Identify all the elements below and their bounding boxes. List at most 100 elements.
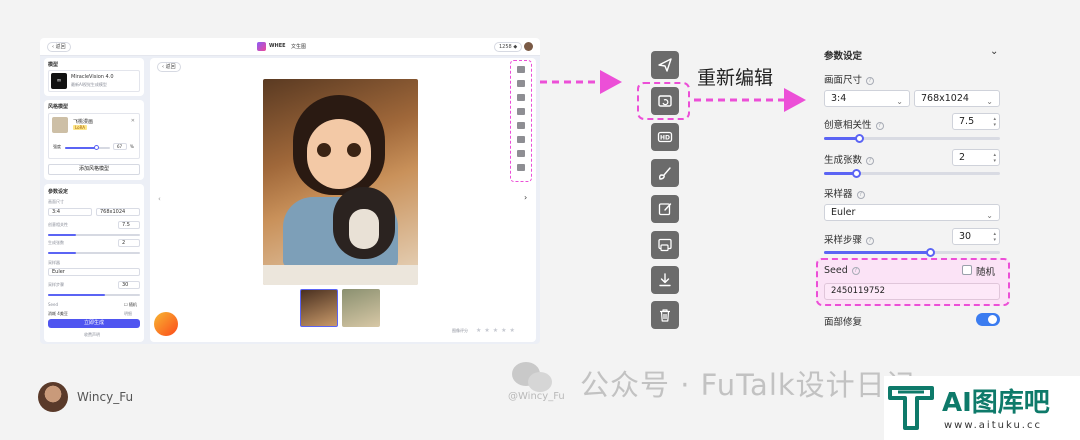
mini-edit-icon[interactable] [517, 122, 525, 129]
detail-link[interactable]: 明细 [124, 311, 132, 317]
thumbnail-1[interactable] [300, 289, 338, 327]
creativity-label: 创意相关性 [824, 120, 872, 131]
canvas-back-label: 返回 [165, 64, 176, 70]
face-restore-label: 面部修复 [824, 317, 863, 328]
steps-input[interactable]: 30 ▴ ▾ [952, 228, 1000, 245]
reedit-icon [658, 95, 672, 107]
help-icon[interactable]: ? [866, 156, 875, 165]
style-tag: LoRA [73, 125, 87, 130]
strength-input[interactable]: 67 [113, 143, 127, 150]
rating-stars-icon[interactable]: ★★★★★ [476, 327, 518, 334]
mini-download-icon[interactable] [517, 150, 525, 157]
author-avatar [38, 382, 68, 412]
mini-brush-icon[interactable] [517, 108, 525, 115]
creativity-input[interactable]: 7.5 ▴ ▾ [952, 113, 1000, 130]
download-icon [659, 273, 671, 287]
prev-arrow-icon[interactable]: ‹ [158, 195, 161, 203]
assistant-icon[interactable] [154, 312, 178, 336]
help-icon[interactable]: ? [851, 266, 860, 275]
canvas-back-button[interactable]: ‹ 返回 [157, 62, 181, 72]
sampler-select[interactable]: Euler [48, 268, 140, 276]
collapse-chevron-icon[interactable]: ⌄ [990, 46, 998, 57]
stepper-icon[interactable]: ▴ ▾ [993, 231, 996, 243]
stepper-icon[interactable]: ▴ ▾ [993, 152, 996, 164]
trash-button[interactable] [651, 301, 679, 329]
count-slider[interactable] [824, 172, 1000, 175]
rules-link[interactable]: 收费声明 [84, 332, 100, 338]
creativity-label: 创意相关性 [48, 222, 68, 227]
ratio-select[interactable]: 3:4 ⌄ [824, 90, 910, 107]
download-button[interactable] [651, 266, 679, 294]
hd-button[interactable]: HD [651, 123, 679, 151]
model-selector[interactable]: ∞ MiracleVision 4.0 最新AI视觉生成模型 [48, 70, 140, 92]
count-input[interactable]: 2 [118, 239, 140, 247]
stepper-icon[interactable]: ▴ ▾ [993, 116, 996, 128]
model-desc: 最新AI视觉生成模型 [71, 82, 107, 87]
params-section-title: 参数设定 [48, 189, 69, 195]
dims-select[interactable]: 768x1024 [96, 208, 140, 216]
mini-trash-icon[interactable] [517, 164, 525, 171]
style-thumbnail [52, 117, 68, 133]
creativity-input[interactable]: 7.5 [118, 221, 140, 229]
help-icon[interactable]: ? [856, 190, 865, 199]
seed-label: Seed [824, 265, 848, 276]
random-checkbox[interactable]: ☐ 随机 [124, 302, 137, 308]
count-knob[interactable] [851, 169, 861, 178]
count-input[interactable]: 2 ▴ ▾ [952, 149, 1000, 166]
mini-reedit-icon[interactable] [517, 80, 525, 87]
credits-value: 1258 [499, 44, 512, 50]
help-icon[interactable]: ? [875, 121, 884, 130]
eye-shape [347, 143, 361, 157]
face-restore-toggle[interactable] [976, 313, 1000, 326]
thumbnail-2[interactable] [342, 289, 380, 327]
seed-label-row: Seed? [824, 265, 860, 276]
steps-label: 采样步骤 [48, 282, 64, 287]
random-checkbox[interactable] [962, 265, 972, 275]
mini-image-swap-icon[interactable] [517, 136, 525, 143]
puppy-face-shape [349, 209, 379, 249]
steps-label-row: 采样步骤? [824, 232, 875, 246]
reedit-button[interactable] [651, 87, 679, 115]
seed-input[interactable]: 2450119752 [824, 283, 1000, 300]
mini-hd-icon[interactable] [517, 94, 525, 101]
rating-label: 图像评分 [452, 328, 468, 333]
send-button[interactable] [651, 51, 679, 79]
face-shape [307, 119, 371, 189]
help-icon[interactable]: ? [866, 76, 875, 85]
generate-button[interactable]: 立即生成 [48, 319, 140, 328]
steps-slider[interactable] [48, 294, 140, 296]
image-swap-button[interactable] [651, 231, 679, 259]
count-slider[interactable] [48, 252, 140, 254]
chevron-down-icon: ⌄ [896, 97, 903, 106]
steps-knob[interactable] [925, 248, 935, 257]
dims-select[interactable]: 768x1024 ⌄ [914, 90, 1000, 107]
credits-badge[interactable]: 1258 ◆ [494, 42, 523, 52]
sampler-label: 采样器 [48, 260, 60, 265]
steps-input[interactable]: 30 [118, 281, 140, 289]
help-icon[interactable]: ? [866, 236, 875, 245]
ratio-select[interactable]: 3:4 [48, 208, 92, 216]
strength-slider[interactable] [65, 147, 110, 149]
cost-label: 消耗 4美豆 [48, 311, 68, 316]
next-arrow-icon[interactable]: › [524, 193, 527, 202]
creativity-slider[interactable] [48, 234, 140, 236]
delete-style-icon[interactable]: ✕ [131, 118, 135, 124]
creativity-knob[interactable] [855, 134, 865, 143]
sampler-value: Euler [831, 207, 856, 218]
back-button[interactable]: ‹ 返回 [47, 42, 71, 52]
mini-send-icon[interactable] [517, 66, 525, 73]
style-item[interactable]: 飞桃漫画 LoRA ✕ 强度 67 % [48, 113, 140, 159]
strength-knob[interactable] [94, 145, 99, 150]
dims-value: 768x1024 [921, 93, 969, 104]
brush-button[interactable] [651, 159, 679, 187]
steps-slider[interactable] [824, 251, 1000, 254]
avatar[interactable] [524, 42, 533, 51]
site-url: www.aituku.cc [944, 420, 1042, 431]
edit-button[interactable] [651, 195, 679, 223]
generated-image[interactable] [263, 79, 418, 285]
sampler-select[interactable]: Euler ⌄ [824, 204, 1000, 221]
size-label-row: 画面尺寸? [824, 72, 875, 86]
steps-label: 采样步骤 [824, 235, 863, 246]
add-style-button[interactable]: 添加风格模型 [48, 164, 140, 175]
creativity-slider[interactable] [824, 137, 1000, 140]
